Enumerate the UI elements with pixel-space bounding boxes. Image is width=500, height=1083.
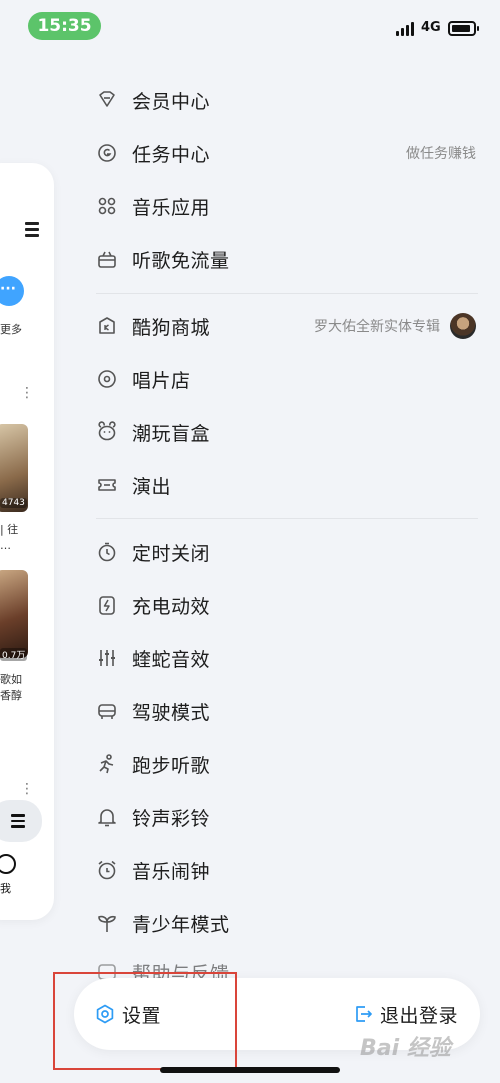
divider xyxy=(96,293,478,294)
menu-item-teen-mode[interactable]: 青少年模式 xyxy=(96,901,476,945)
ticket-icon xyxy=(96,474,118,496)
menu-item-record-store[interactable]: 唱片店 xyxy=(96,357,476,401)
menu-item-vip-center[interactable]: 会员中心 xyxy=(96,78,476,122)
disc-icon xyxy=(96,368,118,390)
menu-item-running-music[interactable]: 跑步听歌 xyxy=(96,742,476,786)
apps-icon xyxy=(96,195,118,217)
charge-icon xyxy=(96,594,118,616)
bear-icon xyxy=(96,421,118,443)
menu-item-driving-mode[interactable]: 驾驶模式 xyxy=(96,689,476,733)
task-promo-text: 做任务赚钱 xyxy=(406,146,476,162)
list-icon[interactable] xyxy=(11,814,25,831)
side-drawer: 会员中心 任务中心 做任务赚钱 音乐应用 听歌免流量 酷狗商城 罗大佑全新实体专… xyxy=(78,0,500,1083)
car-icon xyxy=(96,700,118,722)
mall-promo: 罗大佑全新实体专辑 xyxy=(314,313,476,339)
logout-label: 退出登录 xyxy=(379,1004,458,1027)
home-indicator[interactable] xyxy=(160,1067,340,1073)
menu-item-music-alarm[interactable]: 音乐闹钟 xyxy=(96,848,476,892)
timer-icon xyxy=(96,541,118,563)
playlist-title-1a: | 往 xyxy=(0,523,19,536)
menu-item-charge-effect[interactable]: 充电动效 xyxy=(96,583,476,627)
menu-label: 驾驶模式 xyxy=(132,701,211,724)
menu-label: 会员中心 xyxy=(132,90,211,113)
menu-label: 演出 xyxy=(132,475,172,498)
alarm-icon xyxy=(96,859,118,881)
gift-icon xyxy=(96,248,118,270)
menu-item-viper-sound[interactable]: 蝰蛇音效 xyxy=(96,636,476,680)
more-dots-icon-2[interactable]: ⋮ xyxy=(20,782,34,796)
menu-item-sleep-timer[interactable]: 定时关闭 xyxy=(96,530,476,574)
menu-item-music-apps[interactable]: 音乐应用 xyxy=(96,184,476,228)
menu-item-blind-box[interactable]: 潮玩盲盒 xyxy=(96,410,476,454)
logout-icon xyxy=(352,1003,374,1025)
playlist-title-1b: … xyxy=(0,539,11,552)
menu-item-kugou-mall[interactable]: 酷狗商城 罗大佑全新实体专辑 xyxy=(96,304,476,348)
playlist-title-2b: 香醇 xyxy=(0,689,22,702)
menu-label: 唱片店 xyxy=(132,369,191,392)
background-menu-icon[interactable] xyxy=(25,222,39,240)
highlight-box xyxy=(53,972,237,1070)
running-icon xyxy=(96,753,118,775)
playlist-title-2a: 歌如 xyxy=(0,673,22,686)
menu-label: 酷狗商城 xyxy=(132,316,211,339)
play-count-2: 0.7万 xyxy=(0,648,28,661)
divider xyxy=(96,518,478,519)
playlist-cover-2[interactable] xyxy=(0,570,28,658)
more-label: 更多 xyxy=(0,323,22,336)
menu-item-free-data[interactable]: 听歌免流量 xyxy=(96,237,476,281)
logout-button[interactable]: 退出登录 xyxy=(352,998,458,1030)
menu-item-ringtones[interactable]: 铃声彩铃 xyxy=(96,795,476,839)
play-count-1: 4743 xyxy=(0,498,27,508)
coin-icon xyxy=(96,142,118,164)
diamond-icon xyxy=(96,89,118,111)
menu-label: 定时关闭 xyxy=(132,542,211,565)
menu-label: 铃声彩铃 xyxy=(132,807,211,830)
menu-label: 青少年模式 xyxy=(132,913,230,936)
sprout-icon xyxy=(96,912,118,934)
menu-label: 跑步听歌 xyxy=(132,754,211,777)
menu-label: 音乐应用 xyxy=(132,196,211,219)
bell-icon xyxy=(96,806,118,828)
menu-label: 充电动效 xyxy=(132,595,211,618)
more-dots-icon[interactable]: ⋮ xyxy=(20,386,34,400)
menu-label: 任务中心 xyxy=(132,143,211,166)
equalizer-icon xyxy=(96,647,118,669)
me-label: 我 xyxy=(0,882,11,895)
menu-item-task-center[interactable]: 任务中心 做任务赚钱 xyxy=(96,131,476,175)
promo-avatar xyxy=(450,313,476,339)
shop-icon xyxy=(96,315,118,337)
watermark: Bai 经验 xyxy=(360,1036,451,1061)
menu-label: 听歌免流量 xyxy=(132,249,230,272)
menu-label: 潮玩盲盒 xyxy=(132,422,211,445)
menu-item-shows[interactable]: 演出 xyxy=(96,463,476,507)
menu-label: 蝰蛇音效 xyxy=(132,648,211,671)
menu-label: 音乐闹钟 xyxy=(132,860,211,883)
mall-promo-text: 罗大佑全新实体专辑 xyxy=(314,319,440,335)
